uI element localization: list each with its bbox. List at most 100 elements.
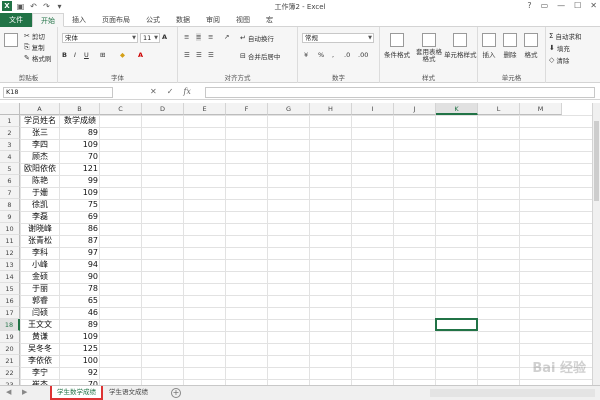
align-center-icon[interactable]: ☰ <box>196 51 202 59</box>
italic-icon[interactable]: I <box>74 51 76 59</box>
tab-file[interactable]: 文件 <box>0 13 32 27</box>
column-header[interactable]: A <box>20 103 60 115</box>
cell-score[interactable]: 99 <box>60 175 100 187</box>
column-header[interactable]: F <box>226 103 268 115</box>
scrollbar-thumb[interactable] <box>594 121 599 201</box>
conditional-format-button[interactable]: 条件格式 <box>384 33 410 59</box>
cell-score[interactable]: 90 <box>60 271 100 283</box>
format-as-table-button[interactable]: 套用表格格式 <box>416 33 442 63</box>
cut-button[interactable]: ✂ 剪切 <box>24 31 45 41</box>
cell-area[interactable] <box>20 115 592 385</box>
column-header[interactable]: K <box>436 103 478 115</box>
cell-name[interactable]: 小峰 <box>20 259 60 271</box>
cell-score[interactable]: 86 <box>60 223 100 235</box>
cell-score[interactable]: 121 <box>60 163 100 175</box>
cell-score[interactable]: 89 <box>60 319 100 331</box>
column-header[interactable]: H <box>310 103 352 115</box>
column-header[interactable]: I <box>352 103 394 115</box>
bold-icon[interactable]: B <box>62 51 67 59</box>
cell-score[interactable]: 109 <box>60 331 100 343</box>
prev-sheet-icon[interactable]: ◀ <box>6 388 11 396</box>
cell-score[interactable]: 109 <box>60 139 100 151</box>
help-button[interactable]: ? <box>527 1 531 10</box>
merge-center-button[interactable]: ⊟ 合并后居中 <box>240 51 280 61</box>
column-header[interactable]: L <box>478 103 520 115</box>
row-header[interactable]: 18 <box>0 319 20 331</box>
cell-name[interactable]: 吴冬冬 <box>20 343 60 355</box>
cell-name[interactable]: 学员姓名 <box>20 115 60 127</box>
cell-name[interactable]: 欧阳依依 <box>20 163 60 175</box>
active-cell-selection[interactable] <box>435 318 478 331</box>
row-header[interactable]: 14 <box>0 271 20 283</box>
cell-score[interactable]: 125 <box>60 343 100 355</box>
fill-color-icon[interactable]: ◆ <box>120 51 125 59</box>
row-header[interactable]: 21 <box>0 355 20 367</box>
row-header[interactable]: 2 <box>0 127 20 139</box>
font-color-icon[interactable]: A <box>138 51 143 59</box>
paste-button[interactable] <box>4 33 18 47</box>
cell-name[interactable]: 李磊 <box>20 211 60 223</box>
cell-name[interactable]: 郭睿 <box>20 295 60 307</box>
tab-formulas[interactable]: 公式 <box>138 13 168 27</box>
cell-name[interactable]: 王文文 <box>20 319 60 331</box>
column-header[interactable]: G <box>268 103 310 115</box>
underline-icon[interactable]: U <box>84 51 89 59</box>
grow-font-icon[interactable]: A <box>162 33 167 41</box>
cell-styles-button[interactable]: 单元格样式 <box>444 33 477 59</box>
cell-score[interactable]: 46 <box>60 307 100 319</box>
cell-score[interactable]: 69 <box>60 211 100 223</box>
cell-score[interactable]: 100 <box>60 355 100 367</box>
ribbon-display-button[interactable]: ▭ <box>541 1 549 10</box>
cell-score[interactable]: 89 <box>60 127 100 139</box>
tab-review[interactable]: 审阅 <box>198 13 228 27</box>
row-header[interactable]: 6 <box>0 175 20 187</box>
tab-data[interactable]: 数据 <box>168 13 198 27</box>
cell-score[interactable]: 70 <box>60 151 100 163</box>
currency-icon[interactable]: ¥ <box>304 51 308 59</box>
increase-decimal-icon[interactable]: .0 <box>344 51 350 59</box>
cell-name[interactable]: 张三 <box>20 127 60 139</box>
cell-score[interactable]: 87 <box>60 235 100 247</box>
select-all-corner[interactable] <box>0 103 20 115</box>
cell-score[interactable]: 78 <box>60 283 100 295</box>
font-size-combo[interactable]: 11 ▼ <box>140 33 160 43</box>
cell-name[interactable]: 黄谦 <box>20 331 60 343</box>
column-header[interactable]: C <box>100 103 142 115</box>
autosum-button[interactable]: Σ 自动求和 <box>549 31 581 41</box>
column-header[interactable]: J <box>394 103 436 115</box>
row-header[interactable]: 9 <box>0 211 20 223</box>
row-header[interactable]: 20 <box>0 343 20 355</box>
row-header[interactable]: 11 <box>0 235 20 247</box>
format-painter-button[interactable]: ✎ 格式刷 <box>24 53 51 63</box>
cell-name[interactable]: 徐凯 <box>20 199 60 211</box>
comma-icon[interactable]: , <box>332 51 334 59</box>
sheet-tab-chinese[interactable]: 学生语文成绩 <box>104 386 153 400</box>
cell-name[interactable]: 谢晓峰 <box>20 223 60 235</box>
cancel-icon[interactable]: ✕ <box>150 87 157 96</box>
tab-insert[interactable]: 插入 <box>64 13 94 27</box>
column-header[interactable]: E <box>184 103 226 115</box>
row-header[interactable]: 1 <box>0 115 20 127</box>
row-header[interactable]: 4 <box>0 151 20 163</box>
row-header[interactable]: 22 <box>0 367 20 379</box>
cell-name[interactable]: 金硕 <box>20 271 60 283</box>
font-name-combo[interactable]: 宋体 ▼ <box>62 33 138 43</box>
vertical-scrollbar[interactable] <box>592 103 600 385</box>
tab-view[interactable]: 视图 <box>228 13 258 27</box>
cell-score[interactable]: 94 <box>60 259 100 271</box>
cell-score[interactable]: 97 <box>60 247 100 259</box>
cell-name[interactable]: 于姗 <box>20 187 60 199</box>
row-header[interactable]: 16 <box>0 295 20 307</box>
row-header[interactable]: 19 <box>0 331 20 343</box>
column-header[interactable]: D <box>142 103 184 115</box>
insert-cells-button[interactable]: 插入 <box>482 33 496 59</box>
cell-name[interactable]: 李依依 <box>20 355 60 367</box>
align-bottom-icon[interactable]: ≡ <box>208 33 213 41</box>
maximize-button[interactable]: ☐ <box>574 1 581 10</box>
tab-home[interactable]: 开始 <box>32 13 64 27</box>
number-format-combo[interactable]: 常规 ▼ <box>302 33 374 43</box>
decrease-decimal-icon[interactable]: .00 <box>358 51 368 59</box>
row-header[interactable]: 3 <box>0 139 20 151</box>
row-header[interactable]: 13 <box>0 259 20 271</box>
close-button[interactable]: ✕ <box>590 1 597 10</box>
